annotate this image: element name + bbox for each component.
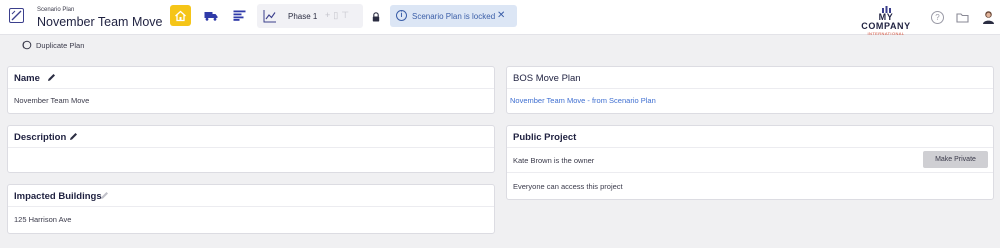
banner-text: Scenario Plan is locked — [412, 12, 496, 21]
pencil-icon[interactable] — [69, 132, 78, 141]
duplicate-icon — [22, 40, 32, 50]
logo-tagline: INTERNATIONAL — [867, 31, 905, 36]
phase-label: Phase 1 — [288, 12, 318, 21]
description-title: Description — [14, 132, 67, 143]
lock-icon — [372, 12, 380, 22]
duplicate-plan-label: Duplicate Plan — [36, 40, 85, 50]
page-title: November Team Move — [37, 15, 163, 29]
impacted-buildings-title: Impacted Buildings — [14, 191, 102, 202]
company-logo: MY COMPANY INTERNATIONAL — [853, 6, 919, 36]
top-header: Scenario Plan November Team Move Phase 1… — [0, 0, 1000, 36]
description-card: Description — [7, 125, 495, 173]
pencil-icon[interactable] — [47, 73, 56, 82]
phase-selector[interactable]: Phase 1 +▯⊤ — [257, 4, 363, 28]
moves-button[interactable] — [200, 5, 221, 26]
truck-icon — [204, 11, 217, 21]
access-text: Everyone can access this project — [513, 182, 623, 191]
locked-banner: i Scenario Plan is locked ✕ — [390, 5, 517, 27]
line-chart-icon[interactable] — [263, 9, 277, 23]
info-icon: i — [396, 10, 407, 21]
list-view-button[interactable] — [229, 5, 250, 26]
pencil-icon — [101, 192, 108, 199]
list-icon — [233, 10, 246, 21]
phase-tools: +▯⊤ — [325, 10, 352, 21]
row-divider — [507, 172, 993, 173]
impacted-buildings-card: Impacted Buildings 125 Harrison Ave — [7, 184, 495, 234]
public-project-card: Public Project Kate Brown is the owner M… — [506, 125, 994, 200]
logo-name: MY COMPANY — [861, 12, 911, 31]
name-title: Name — [14, 73, 40, 84]
impacted-buildings-value: 125 Harrison Ave — [14, 215, 72, 224]
plan-icon — [9, 8, 24, 23]
help-icon[interactable]: ? — [931, 11, 944, 24]
name-card: Name November Team Move — [7, 66, 495, 114]
home-button[interactable] — [170, 5, 191, 26]
name-value: November Team Move — [14, 96, 90, 105]
home-icon — [175, 10, 186, 21]
page-subtitle: Scenario Plan — [37, 7, 75, 13]
duplicate-plan-button[interactable]: Duplicate Plan — [21, 40, 84, 50]
close-icon[interactable]: ✕ — [497, 10, 505, 21]
make-private-button[interactable]: Make Private — [923, 151, 988, 168]
bos-move-plan-card: BOS Move Plan November Team Move - from … — [506, 66, 994, 114]
owner-text: Kate Brown is the owner — [513, 156, 595, 165]
folder-icon[interactable] — [956, 11, 969, 24]
avatar[interactable] — [982, 10, 995, 24]
bos-move-plan-link[interactable]: November Team Move - from Scenario Plan — [510, 96, 656, 105]
public-project-title: Public Project — [513, 132, 577, 143]
bos-move-plan-title: BOS Move Plan — [513, 73, 581, 84]
filter-icon[interactable]: ⊤ — [341, 10, 352, 20]
